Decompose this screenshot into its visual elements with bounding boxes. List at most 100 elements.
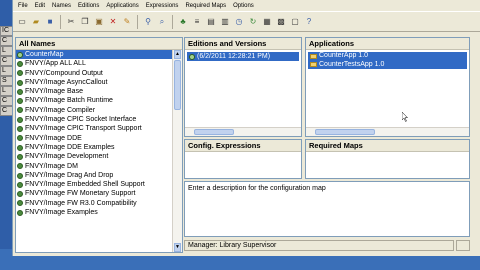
names-list-item-label: FNVY/Image Batch Runtime (25, 97, 113, 105)
map-node-icon (17, 200, 23, 207)
map-node-icon (17, 60, 23, 67)
names-list-item-label: FNVY/Image Base (25, 88, 83, 96)
map-node-icon (17, 181, 23, 188)
applications-scrollbar[interactable] (306, 127, 469, 136)
required-maps-pane: Required Maps (305, 139, 470, 179)
names-list-item[interactable]: CounterMap (16, 50, 172, 60)
help-icon[interactable]: ? (303, 16, 315, 28)
new-icon[interactable]: ▭ (16, 16, 28, 28)
names-list-item[interactable]: FNVY/Image CPIC Transport Support (16, 124, 172, 133)
find-icon[interactable]: ⚲ (142, 16, 154, 28)
list-icon[interactable]: ≡ (191, 16, 203, 28)
applications-pane: Applications CounterApp 1.0 CounterTestsA… (305, 37, 470, 137)
names-list-item[interactable]: FNVY/Image Base (16, 87, 172, 96)
properties-icon[interactable]: ▤ (205, 16, 217, 28)
edition-row[interactable]: (6/2/2011 12:28:21 PM) (187, 52, 299, 61)
names-list-item[interactable]: FNVY/Image CPIC Socket Interface (16, 115, 172, 124)
names-list-item-label: CounterMap (25, 51, 64, 58)
names-list-item-label: FNVY/Image CPIC Socket Interface (25, 116, 137, 124)
scroll-thumb[interactable] (194, 129, 234, 135)
map-node-icon (17, 144, 23, 151)
names-list-item-label: FNVY/Compound Output (25, 69, 103, 77)
names-list-item-label: FNVY/Image DDE Examples (25, 143, 115, 151)
undo-icon[interactable]: ✎ (121, 16, 133, 28)
status-bar-button[interactable] (456, 240, 470, 251)
names-list-item[interactable]: FNVY/Image DM (16, 162, 172, 171)
scroll-up-icon[interactable]: ▲ (174, 50, 181, 59)
menu-names[interactable]: Names (52, 3, 71, 9)
paste-icon[interactable]: ▣ (93, 16, 105, 28)
toolbar-separator (60, 14, 61, 29)
names-list-item[interactable]: FNVY/Image FW R3.0 Compatibility (16, 199, 172, 208)
menu-expressions[interactable]: Expressions (146, 3, 179, 9)
names-list-item[interactable]: FNVY/Image Development (16, 152, 172, 161)
names-list-item-label: FNVY/Image AsyncCallout (25, 78, 108, 86)
menu-bar: File Edit Names Editions Applications Ex… (13, 0, 480, 11)
map-node-icon (17, 88, 23, 95)
scroll-thumb[interactable] (174, 60, 181, 110)
map-node-icon (17, 51, 23, 58)
map-node-icon (17, 116, 23, 123)
status-bar: Manager: Library Supervisor (184, 240, 454, 251)
edition-icon (189, 53, 195, 60)
delete-icon[interactable]: ✕ (107, 16, 119, 28)
names-list-item[interactable]: FNVY/Image Embedded Shell Support (16, 180, 172, 189)
names-list-item[interactable]: FNVY/Image Examples (16, 208, 172, 217)
menu-edit[interactable]: Edit (35, 3, 45, 9)
tree-icon[interactable]: ♣ (177, 16, 189, 28)
names-list-item-label: FNVY/Image Development (25, 153, 109, 161)
settings-icon[interactable]: ▥ (219, 16, 231, 28)
table-icon[interactable]: ▦ (261, 16, 273, 28)
editions-pane-title: Editions and Versions (185, 38, 301, 50)
find-next-icon[interactable]: ⌕ (156, 16, 168, 28)
names-list-item-label: FNVY/Image DM (25, 162, 78, 170)
applications-list: CounterApp 1.0 CounterTestsApp 1.0 (306, 50, 469, 69)
scroll-thumb[interactable] (315, 129, 375, 135)
window-icon[interactable]: ▢ (289, 16, 301, 28)
names-list-item[interactable]: FNVY/Image DDE (16, 134, 172, 143)
editions-scrollbar[interactable] (185, 127, 301, 136)
names-list-item[interactable]: FNVY/Compound Output (16, 69, 172, 78)
menu-editions[interactable]: Editions (78, 3, 99, 9)
description-text[interactable]: Enter a description for the configuratio… (185, 182, 469, 195)
map-node-icon (17, 209, 23, 216)
names-pane: All Names CounterMap FNVY/App ALL ALL FNVY… (15, 37, 183, 253)
map-node-icon (17, 79, 23, 86)
names-list-item-label: FNVY/Image Drag And Drop (25, 171, 114, 179)
names-list-item[interactable]: FNVY/Image Batch Runtime (16, 96, 172, 105)
menu-required-maps[interactable]: Required Maps (185, 3, 226, 9)
application-list-item[interactable]: CounterTestsApp 1.0 (308, 60, 467, 69)
toolbar-separator (137, 14, 138, 29)
grid-icon[interactable]: ▩ (275, 16, 287, 28)
cut-icon[interactable]: ✂ (65, 16, 77, 28)
map-node-icon (17, 98, 23, 105)
names-list-item-label: FNVY/Image Compiler (25, 106, 96, 114)
open-icon[interactable]: ▰ (30, 16, 42, 28)
names-list-item[interactable]: FNVY/Image FW Monetary Support (16, 189, 172, 198)
names-list-item[interactable]: FNVY/Image Compiler (16, 106, 172, 115)
config-expressions-pane: Config. Expressions (184, 139, 302, 179)
names-scrollbar[interactable]: ▲ ▼ (172, 50, 182, 252)
names-list-item-label: FNVY/Image FW R3.0 Compatibility (25, 199, 137, 207)
names-list-item[interactable]: FNVY/Image Drag And Drop (16, 171, 172, 180)
map-node-icon (17, 163, 23, 170)
names-list-item[interactable]: FNVY/Image AsyncCallout (16, 78, 172, 87)
toolbar: ▭ ▰ ■ ✂ ❐ ▣ ✕ ✎ ⚲ ⌕ ♣ ≡ ▤ ▥ ◷ ↻ ▦ ▩ ▢ ? (13, 11, 480, 32)
names-list-item-label: FNVY/Image Examples (25, 209, 98, 217)
application-label: CounterTestsApp 1.0 (319, 60, 385, 68)
scroll-down-icon[interactable]: ▼ (174, 243, 181, 252)
menu-applications[interactable]: Applications (106, 3, 138, 9)
clock-icon[interactable]: ◷ (233, 16, 245, 28)
menu-file[interactable]: File (18, 3, 28, 9)
applications-pane-title: Applications (306, 38, 469, 50)
names-list-item[interactable]: FNVY/App ALL ALL (16, 59, 172, 68)
description-pane[interactable]: Enter a description for the configuratio… (184, 181, 470, 237)
names-list-item[interactable]: FNVY/Image DDE Examples (16, 143, 172, 152)
menu-options[interactable]: Options (233, 3, 254, 9)
save-icon[interactable]: ■ (44, 16, 56, 28)
config-expressions-title: Config. Expressions (185, 140, 301, 152)
application-list-item[interactable]: CounterApp 1.0 (308, 52, 467, 61)
copy-icon[interactable]: ❐ (79, 16, 91, 28)
toolbar-separator (172, 14, 173, 29)
refresh-icon[interactable]: ↻ (247, 16, 259, 28)
